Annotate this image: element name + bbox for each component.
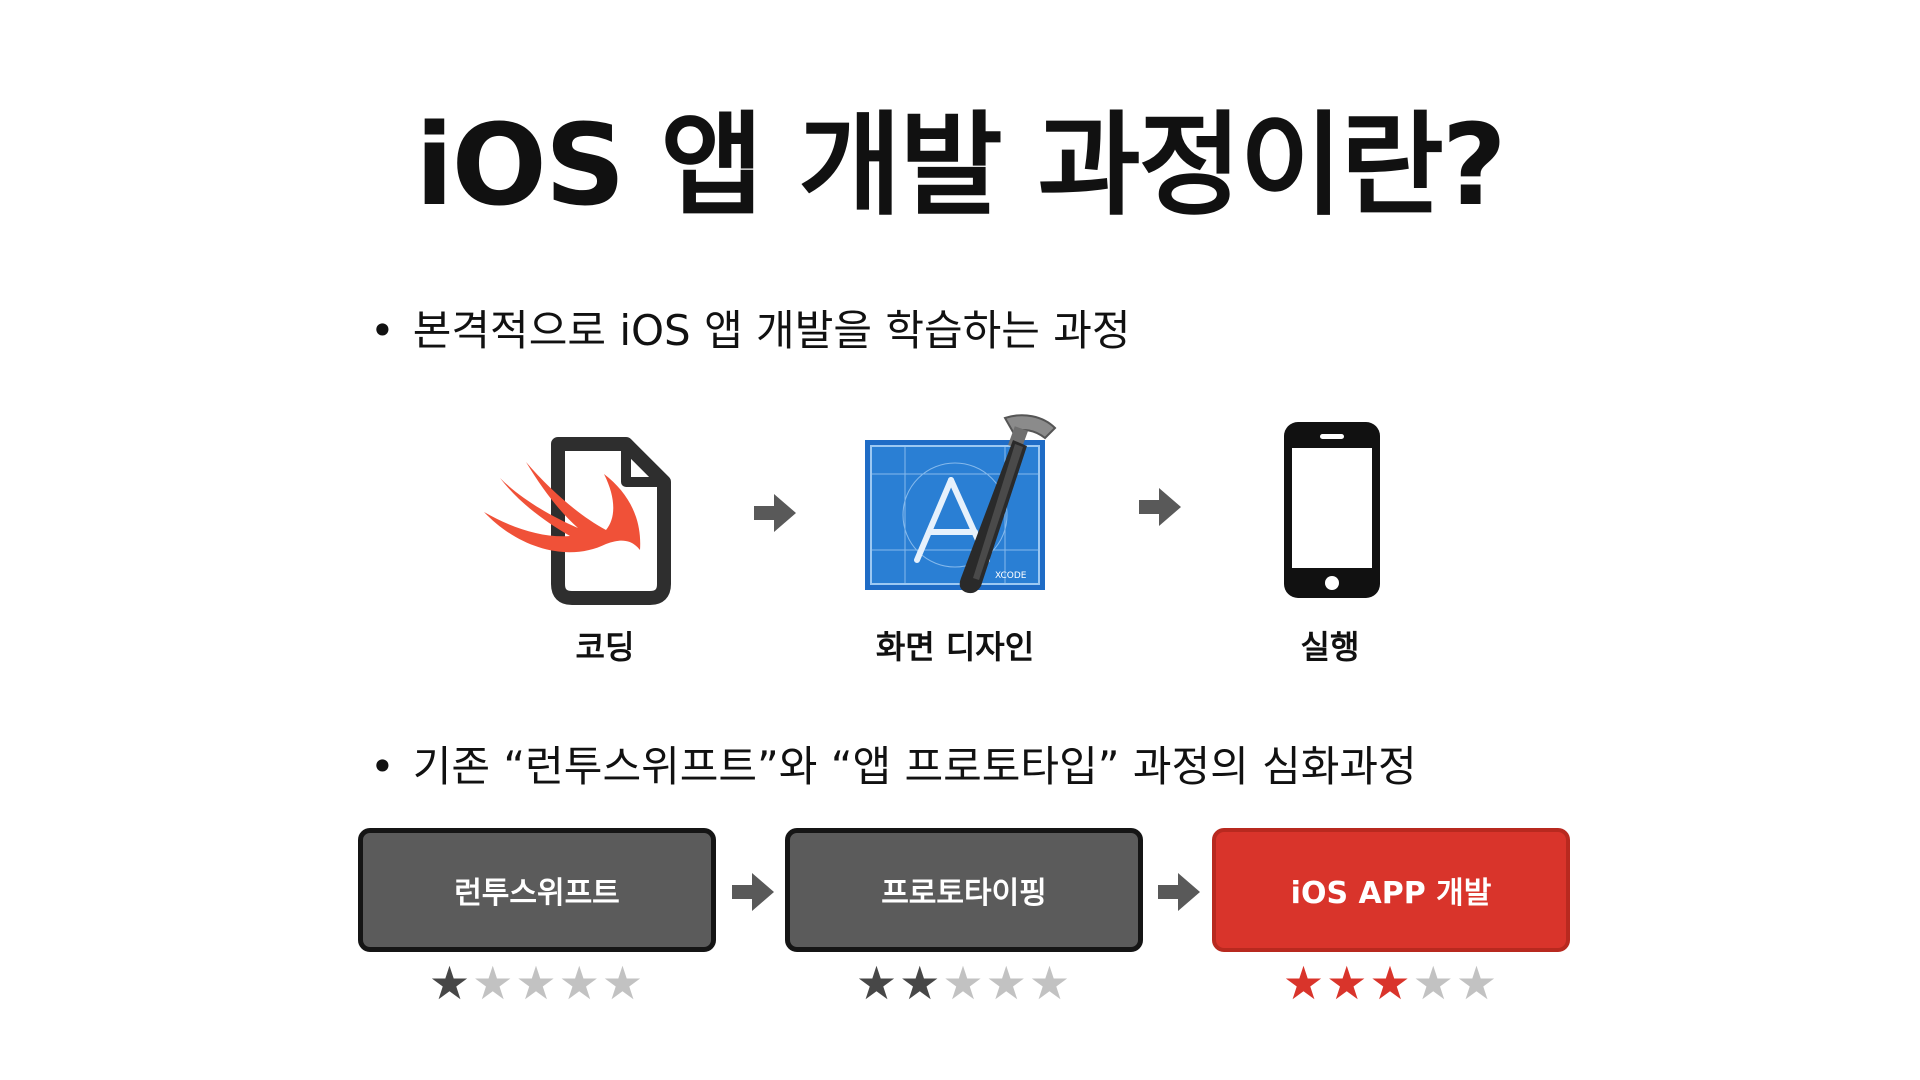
bullet-dot: •	[370, 306, 395, 355]
star-rating-prototyping: ★★★★★	[785, 960, 1143, 1006]
slide: iOS 앱 개발 과정이란? • 본격적으로 iOS 앱 개발을 학습하는 과정 …	[0, 0, 1920, 1080]
star-filled-icon: ★	[428, 956, 473, 1010]
bullet-text: 본격적으로 iOS 앱 개발을 학습하는 과정	[412, 306, 1131, 355]
star-empty-icon: ★	[1455, 956, 1500, 1010]
course-box-learn-to-swift: 런투스위프트	[358, 828, 716, 952]
step-label-coding: 코딩	[575, 628, 635, 666]
page-title: iOS 앱 개발 과정이란?	[415, 101, 1507, 231]
star-empty-icon: ★	[1028, 956, 1073, 1010]
star-empty-icon: ★	[515, 956, 559, 1010]
bullet-item-1: • 본격적으로 iOS 앱 개발을 학습하는 과정	[370, 297, 1131, 358]
arrow-right-icon	[1139, 488, 1181, 526]
star-empty-icon: ★	[558, 956, 602, 1010]
step-label-design: 화면 디자인	[875, 628, 1035, 666]
star-filled-icon: ★	[1369, 956, 1413, 1010]
bullet-item-2: • 기존 “런투스위프트”와 “앱 프로토타입” 과정의 심화과정	[370, 733, 1417, 794]
step-label-run: 실행	[1300, 628, 1360, 666]
course-label: 런투스위프트	[454, 876, 620, 911]
star-empty-icon: ★	[985, 956, 1029, 1010]
arrow-right-icon	[1158, 873, 1200, 911]
course-label: iOS APP 개발	[1290, 876, 1492, 911]
course-label: 프로토타이핑	[881, 876, 1047, 911]
bullet-text: 기존 “런투스위프트”와 “앱 프로토타입” 과정의 심화과정	[412, 742, 1417, 791]
xcode-icon: XCODE	[865, 414, 1057, 594]
star-empty-icon: ★	[601, 956, 646, 1010]
bullet-dot: •	[370, 742, 395, 791]
arrow-right-icon	[732, 873, 774, 911]
swift-file-icon	[484, 437, 671, 605]
iphone-icon	[1284, 422, 1380, 598]
star-filled-icon: ★	[1282, 956, 1327, 1010]
arrow-right-icon	[754, 494, 796, 532]
star-filled-icon: ★	[1326, 956, 1370, 1010]
course-box-ios-app: iOS APP 개발	[1212, 828, 1570, 952]
star-rating-ios-app: ★★★★★	[1212, 960, 1570, 1006]
star-empty-icon: ★	[1412, 956, 1456, 1010]
star-rating-learn-to-swift: ★★★★★	[358, 960, 716, 1006]
course-box-prototyping: 프로토타이핑	[785, 828, 1143, 952]
star-empty-icon: ★	[942, 956, 986, 1010]
star-filled-icon: ★	[855, 956, 900, 1010]
star-filled-icon: ★	[899, 956, 943, 1010]
star-empty-icon: ★	[472, 956, 516, 1010]
xcode-label: XCODE	[995, 571, 1027, 581]
